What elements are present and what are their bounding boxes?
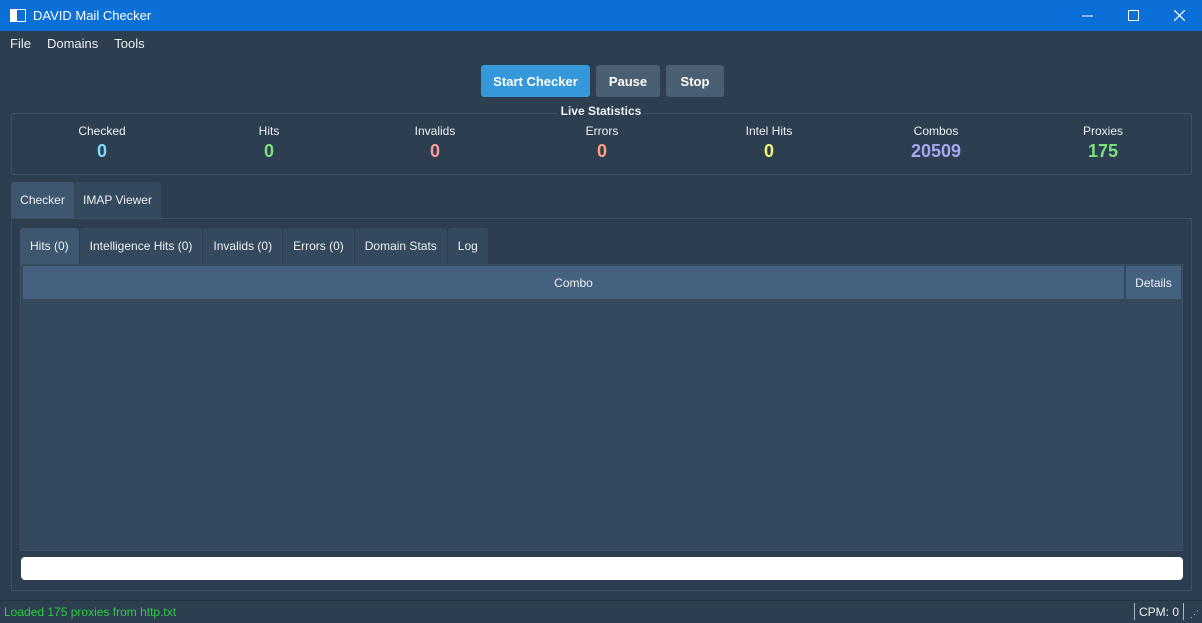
progress-bar (21, 557, 1183, 580)
tab-checker[interactable]: Checker (11, 182, 74, 218)
close-icon (1173, 10, 1185, 21)
resize-grip-icon[interactable]: ⋰ (1190, 609, 1199, 620)
cpm-counter: CPM: 0 (1133, 603, 1184, 620)
live-statistics-title: Live Statistics (0, 104, 1202, 118)
column-header-details[interactable]: Details (1126, 266, 1181, 299)
stat-value: 0 (429, 141, 440, 161)
title-bar: DAVID Mail Checker (0, 0, 1202, 31)
live-statistics-panel: Checked 0 Hits 0 Invalids 0 Errors 0 Int… (11, 113, 1192, 175)
maximize-icon (1127, 10, 1139, 21)
tab-hits[interactable]: Hits (0) (20, 228, 80, 264)
main-tab-bar: Checker IMAP Viewer (11, 182, 161, 218)
stat-value: 0 (596, 141, 607, 161)
stat-checked: Checked 0 (32, 124, 172, 162)
column-header-combo[interactable]: Combo (23, 266, 1124, 299)
stat-label: Checked (78, 124, 126, 138)
hits-table[interactable]: Combo Details (20, 264, 1183, 551)
stat-label: Intel Hits (745, 124, 793, 138)
status-bar: Loaded 175 proxies from http.txt CPM: 0 … (0, 600, 1202, 623)
toolbar: Start Checker Pause Stop (481, 65, 724, 97)
close-button[interactable] (1156, 0, 1202, 31)
minimize-button[interactable] (1064, 0, 1110, 31)
results-tab-bar: Hits (0) Intelligence Hits (0) Invalids … (20, 228, 489, 264)
start-checker-button[interactable]: Start Checker (481, 65, 590, 97)
stat-label: Invalids (414, 124, 456, 138)
stat-hits: Hits 0 (199, 124, 339, 162)
stat-value: 20509 (910, 141, 962, 161)
menu-file[interactable]: File (0, 36, 39, 51)
tab-invalids[interactable]: Invalids (0) (203, 228, 284, 264)
stat-value: 0 (96, 141, 107, 161)
tab-errors[interactable]: Errors (0) (283, 228, 355, 264)
pause-button[interactable]: Pause (596, 65, 660, 97)
stat-intel-hits: Intel Hits 0 (699, 124, 839, 162)
stat-errors: Errors 0 (532, 124, 672, 162)
stat-combos: Combos 20509 (866, 124, 1006, 162)
tab-domain-stats[interactable]: Domain Stats (354, 228, 448, 264)
menu-bar: File Domains Tools (0, 31, 1202, 56)
stat-label: Proxies (1082, 124, 1123, 138)
stat-label: Hits (258, 124, 280, 138)
stat-label: Combos (913, 124, 959, 138)
stat-invalids: Invalids 0 (365, 124, 505, 162)
tab-log[interactable]: Log (447, 228, 489, 264)
minimize-icon (1081, 15, 1093, 17)
stat-value: 0 (763, 141, 774, 161)
stat-value: 175 (1087, 141, 1119, 161)
tab-intelligence-hits[interactable]: Intelligence Hits (0) (79, 228, 204, 264)
app-icon (10, 9, 26, 22)
stat-value: 0 (263, 141, 274, 161)
stat-label: Errors (585, 124, 619, 138)
status-message: Loaded 175 proxies from http.txt (4, 605, 177, 619)
menu-tools[interactable]: Tools (106, 36, 152, 51)
stat-proxies: Proxies 175 (1033, 124, 1173, 162)
menu-domains[interactable]: Domains (39, 36, 106, 51)
window-title: DAVID Mail Checker (33, 8, 152, 23)
stop-button[interactable]: Stop (666, 65, 724, 97)
maximize-button[interactable] (1110, 0, 1156, 31)
tab-imap-viewer[interactable]: IMAP Viewer (74, 182, 161, 218)
